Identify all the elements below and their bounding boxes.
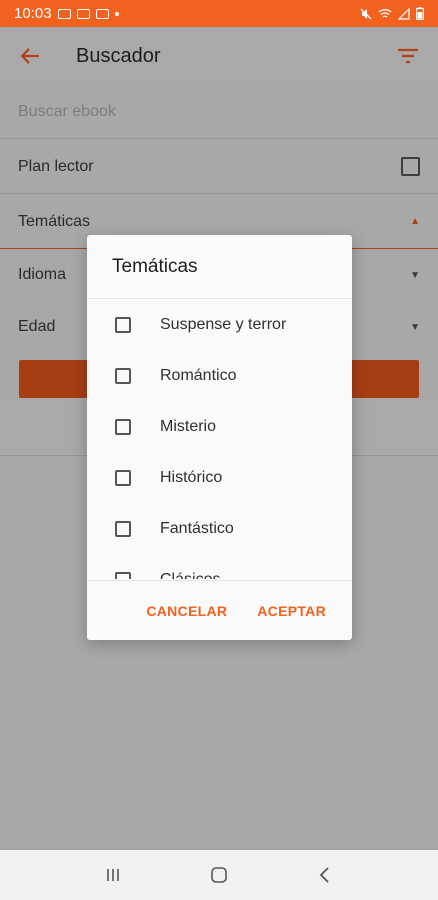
tematicas-dialog: Temáticas Suspense y terror Romántico Mi… bbox=[87, 235, 352, 640]
checkbox[interactable] bbox=[115, 316, 131, 333]
list-item-label: Histórico bbox=[160, 468, 223, 486]
notification-icons bbox=[57, 8, 119, 19]
arrow-back-icon[interactable] bbox=[16, 42, 44, 70]
list-item-label: Misterio bbox=[160, 417, 217, 435]
list-item[interactable]: Clásicos bbox=[87, 554, 352, 579]
list-item[interactable]: Misterio bbox=[87, 401, 352, 452]
dialog-title: Temáticas bbox=[87, 235, 352, 299]
nav-back-icon[interactable] bbox=[305, 855, 345, 895]
plan-lector-checkbox[interactable] bbox=[401, 157, 420, 176]
list-item[interactable]: Fantástico bbox=[87, 503, 352, 554]
plan-lector-row[interactable]: Plan lector bbox=[0, 140, 438, 194]
dialog-actions: CANCELAR ACEPTAR bbox=[87, 580, 352, 640]
checkbox[interactable] bbox=[115, 418, 131, 435]
edad-label: Edad bbox=[18, 318, 56, 335]
chevron-up-icon: ▲ bbox=[410, 216, 420, 227]
list-item[interactable]: Suspense y terror bbox=[87, 299, 352, 350]
checkbox[interactable] bbox=[115, 571, 131, 579]
list-item-label: Romántico bbox=[160, 366, 237, 384]
dot-icon bbox=[114, 11, 119, 16]
plan-lector-label: Plan lector bbox=[18, 157, 94, 175]
chevron-down-icon: ▼ bbox=[410, 269, 420, 281]
list-item-label: Clásicos bbox=[160, 570, 221, 580]
list-item[interactable]: Romántico bbox=[87, 350, 352, 401]
list-item-label: Suspense y terror bbox=[160, 315, 287, 333]
list-item[interactable]: Histórico bbox=[87, 452, 352, 503]
recents-icon[interactable] bbox=[93, 855, 133, 895]
tematicas-label: Temáticas bbox=[18, 212, 91, 230]
image-icon bbox=[76, 8, 90, 19]
cloud-icon bbox=[57, 8, 71, 19]
accept-button[interactable]: ACEPTAR bbox=[257, 603, 326, 619]
cloud-upload-icon bbox=[95, 8, 109, 19]
status-bar: 10:03 bbox=[0, 0, 438, 27]
checkbox[interactable] bbox=[115, 469, 131, 486]
search-input[interactable]: Buscar ebook bbox=[0, 85, 438, 139]
cancel-button[interactable]: CANCELAR bbox=[146, 603, 227, 619]
checkbox[interactable] bbox=[115, 367, 131, 384]
system-icons bbox=[360, 7, 424, 20]
idioma-label: Idioma bbox=[18, 266, 67, 283]
chevron-down-icon: ▼ bbox=[410, 321, 420, 333]
app-bar: Buscador bbox=[0, 27, 438, 85]
dialog-list[interactable]: Suspense y terror Romántico Misterio His… bbox=[87, 299, 352, 579]
home-icon[interactable] bbox=[199, 855, 239, 895]
mute-icon bbox=[360, 8, 372, 19]
system-nav-bar bbox=[0, 850, 438, 900]
filter-icon[interactable] bbox=[394, 42, 422, 70]
list-item-label: Fantástico bbox=[160, 519, 234, 537]
signal-icon bbox=[398, 7, 410, 20]
status-time: 10:03 bbox=[14, 5, 52, 22]
checkbox[interactable] bbox=[115, 520, 131, 537]
battery-icon bbox=[416, 7, 424, 20]
page-title: Buscador bbox=[76, 44, 161, 67]
wifi-icon bbox=[378, 8, 392, 18]
